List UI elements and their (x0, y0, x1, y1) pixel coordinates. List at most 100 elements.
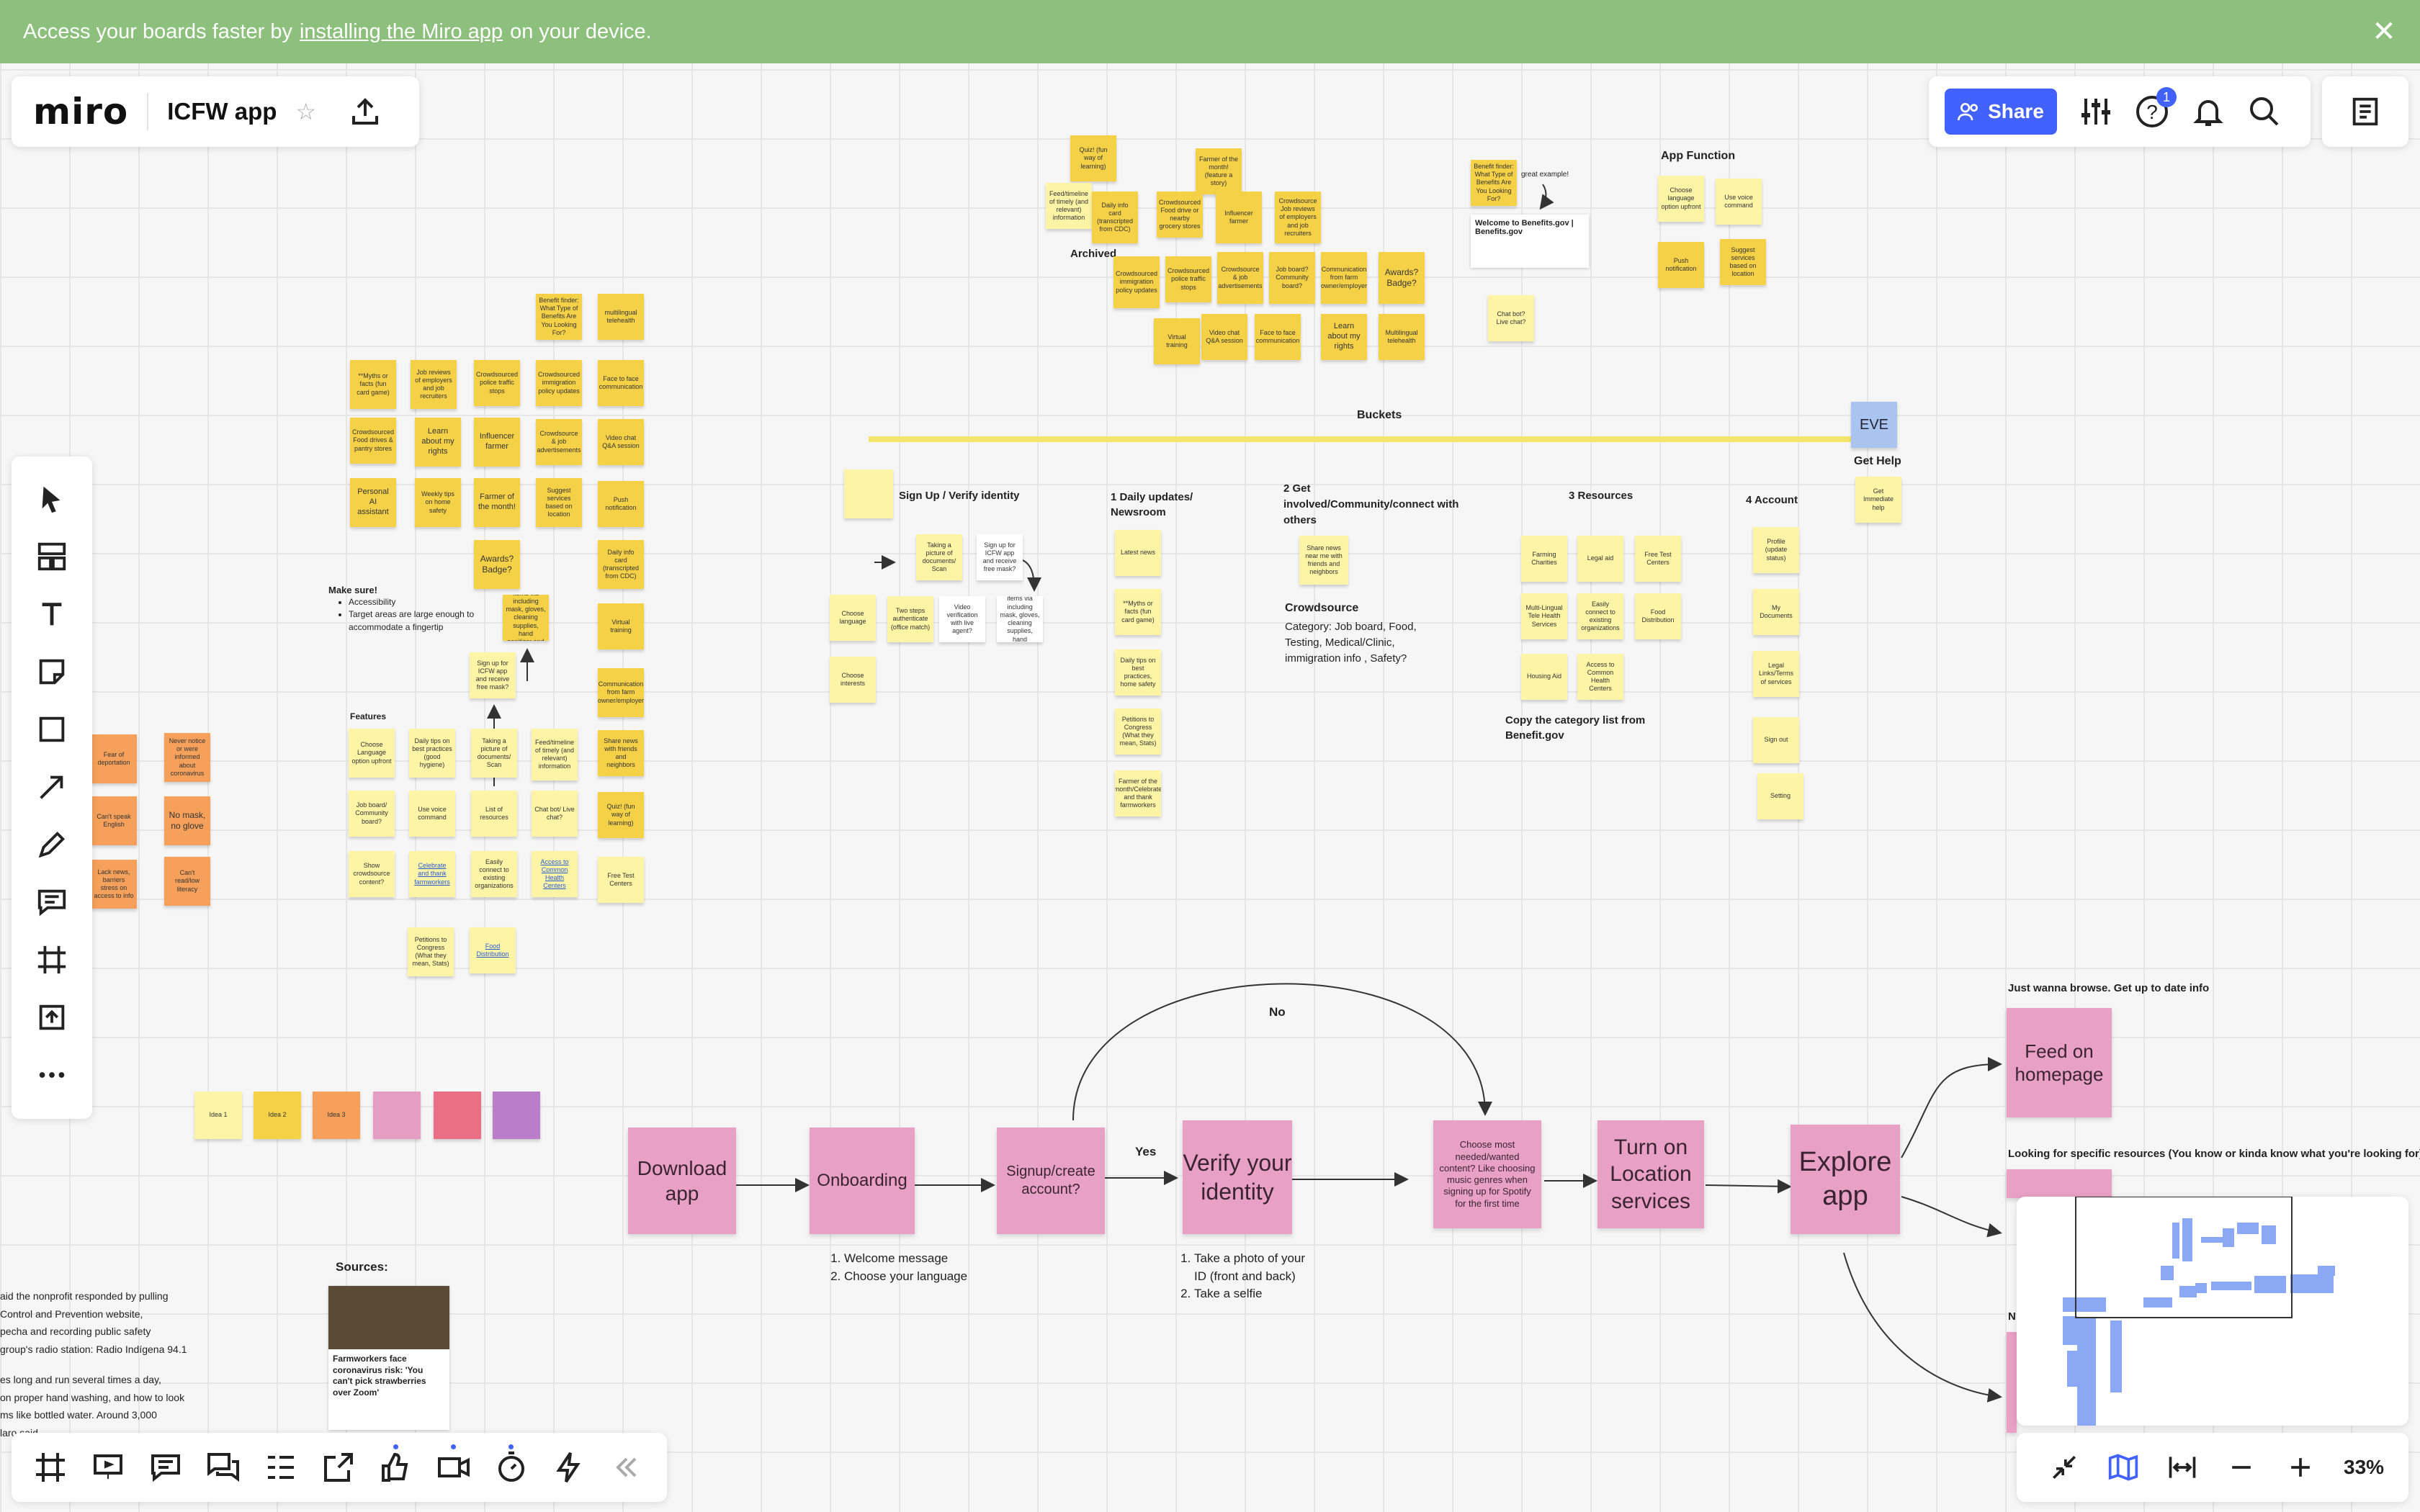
sticky-note[interactable]: My Documents (1753, 589, 1799, 635)
sticky-note[interactable]: Crowdsource & job advertisements (1217, 252, 1263, 304)
sticky-note[interactable]: Food Distribution (470, 927, 516, 973)
help-icon[interactable]: ? 1 (2135, 87, 2177, 129)
flow-verify-identity[interactable]: Verify your identity (1183, 1120, 1292, 1234)
sticky-note[interactable]: Can't read/low literacy (164, 857, 210, 906)
sticky-note[interactable]: Quiz! (fun way of learning) (1070, 135, 1116, 181)
sticky-note[interactable]: Choose interests (830, 657, 876, 703)
presentation-icon[interactable] (91, 1450, 125, 1485)
sticky-note[interactable]: Share news with friends and neighbors (598, 730, 644, 776)
flow-feed-homepage[interactable]: Feed on homepage (2007, 1008, 2112, 1117)
comment-icon[interactable] (35, 886, 68, 919)
video-call-icon[interactable] (436, 1444, 471, 1485)
sticky-note[interactable]: Sign up for ICFW app and receive free ma… (470, 652, 516, 698)
close-icon[interactable]: ✕ (2368, 16, 2400, 48)
idea-sticky[interactable]: Idea 1 (194, 1092, 242, 1139)
sticky-note[interactable]: Legal Links/Terms of services (1753, 651, 1799, 697)
sticky-note[interactable]: Or send items via including mask, gloves… (503, 595, 549, 641)
collapse-chevron-icon[interactable] (609, 1450, 644, 1485)
sticky-note[interactable]: Access to Common Health Centers (1577, 654, 1623, 700)
sticky-note[interactable]: Taking a picture of documents/ Scan (471, 729, 517, 778)
sticky-note[interactable]: Farming Charities (1521, 536, 1567, 582)
miro-logo[interactable]: miro (33, 91, 128, 132)
sticky-note[interactable]: Easily connect to existing organizations (1577, 593, 1623, 639)
sticky-note[interactable]: Video verification with live agent? (939, 596, 985, 642)
sticky-note[interactable]: Taking a picture of documents/ Scan (916, 534, 962, 580)
sticky-note[interactable]: Free Test Centers (1635, 536, 1681, 582)
flow-resources-partial[interactable] (2007, 1169, 2112, 1198)
sticky-note[interactable]: Communication from farm owner/employer (1321, 252, 1367, 304)
timer-icon[interactable] (494, 1444, 529, 1485)
sticky-note[interactable]: Lack news, barriers stress on access to … (91, 860, 137, 909)
sticky-note[interactable]: Two steps authenticate (office match) (887, 596, 933, 642)
settings-sliders-icon[interactable] (2079, 94, 2113, 129)
sticky-note[interactable]: Chat bot/ Live chat? (532, 791, 578, 837)
notes-panel-button[interactable] (2322, 76, 2408, 147)
sticky-note[interactable]: Suggest services based on location (1720, 239, 1766, 285)
sticky-note[interactable]: Benefit finder: What Type of Benefits Ar… (536, 294, 582, 340)
sticky-note[interactable]: Feed/timeline of timely (and relevant) i… (1046, 183, 1092, 229)
sticky-note[interactable]: Share news near me with friends and neig… (1299, 536, 1348, 585)
text-icon[interactable] (35, 598, 68, 631)
sticky-note[interactable]: Influencer farmer (1216, 192, 1262, 243)
collapse-icon[interactable] (2048, 1452, 2080, 1483)
sticky-note[interactable]: Choose language (830, 595, 876, 641)
sticky-note[interactable]: Use voice command (409, 791, 455, 837)
flow-explore-app[interactable]: Explore app (1791, 1125, 1900, 1234)
sticky-note[interactable]: Crowdsource Job reviews of employers and… (1275, 192, 1321, 243)
sticky-note[interactable]: Can't speak English (91, 796, 137, 845)
sticky-note[interactable]: Virtual training (1154, 318, 1200, 364)
sticky-note[interactable]: Daily tips on best practices (good hygie… (409, 729, 455, 778)
sticky-note[interactable]: Learn about my rights (415, 418, 461, 467)
sticky-note[interactable]: Quiz! (fun way of learning) (598, 792, 644, 838)
sticky-note[interactable] (844, 469, 893, 518)
sticky-note[interactable]: List of resources (471, 791, 517, 837)
sticky-note[interactable]: Video chat Q&A session (598, 419, 644, 465)
sticky-note[interactable]: Push notification (1658, 242, 1704, 288)
sticky-note[interactable]: Personal AI assistant (350, 478, 396, 527)
sticky-note[interactable]: Push notification (598, 481, 644, 527)
upload-icon[interactable] (35, 1001, 68, 1034)
fit-screen-icon[interactable] (2166, 1452, 2198, 1483)
templates-icon[interactable] (35, 540, 68, 573)
bell-icon[interactable] (2191, 94, 2226, 129)
sticky-note[interactable]: Profile (update status) (1753, 527, 1799, 573)
idea-sticky[interactable]: Idea 3 (313, 1092, 360, 1139)
sticky-note[interactable]: Crowdsourced Food drive or nearby grocer… (1157, 192, 1203, 238)
sticky-note[interactable]: Or send items via including mask, gloves… (997, 596, 1043, 642)
sticky-note[interactable]: Crowdsourced police traffic stops (474, 360, 520, 406)
sticky-note[interactable]: Choose language option upfront (1658, 176, 1704, 222)
zoom-in-icon[interactable] (2285, 1452, 2316, 1483)
flow-signup[interactable]: Signup/create account? (997, 1128, 1105, 1234)
sticky-note[interactable]: Crowdsourced Food drives & pantry stores (350, 418, 396, 464)
sticky-note[interactable]: Daily info card (transcripted from CDC) (1092, 192, 1138, 243)
flow-choose-content[interactable]: Choose most needed/wanted content? Like … (1433, 1120, 1541, 1228)
zoom-level[interactable]: 33% (2344, 1456, 2384, 1479)
sticky-note[interactable]: multilingual telehealth (598, 294, 644, 340)
share-button[interactable]: Share (1945, 89, 2057, 135)
shape-icon[interactable] (35, 713, 68, 746)
chat-icon[interactable] (206, 1450, 241, 1485)
sticky-note[interactable]: Petitions to Congress (What they mean, S… (408, 927, 454, 976)
sticky-note[interactable]: Food Distribution (1635, 593, 1681, 639)
sticky-note[interactable]: Latest news (1115, 530, 1161, 576)
sticky-note[interactable]: Setting (1757, 773, 1803, 819)
sticky-note[interactable]: Legal aid (1577, 536, 1623, 582)
sticky-note[interactable]: Crowdsourced immigration policy updates (536, 360, 582, 406)
sticky-note[interactable]: Benefit finder: What Type of Benefits Ar… (1471, 160, 1517, 206)
arrow-icon[interactable] (35, 770, 68, 804)
sticky-note[interactable]: Crowdsource & job advertisements (536, 419, 582, 465)
voting-icon[interactable] (379, 1444, 413, 1485)
sticky-note[interactable]: **Myths or facts (fun card game) (350, 360, 396, 409)
sticky-note-icon[interactable] (35, 655, 68, 688)
sticky-note[interactable]: Job board/ Community board? (349, 791, 395, 837)
flow-partial-box[interactable] (2007, 1332, 2017, 1433)
sticky-note[interactable]: No mask, no glove (164, 796, 210, 845)
sticky-note[interactable]: Daily info card (transcripted from CDC) (598, 540, 644, 589)
sticky-note[interactable]: Easily connect to existing organizations (471, 851, 517, 897)
sticky-note[interactable]: Farmer of the month! (474, 478, 520, 527)
sticky-note[interactable]: Show crowdsource content? (349, 851, 395, 897)
sticky-note[interactable]: Sign out (1753, 717, 1799, 763)
more-icon[interactable] (35, 1058, 68, 1092)
upload-board-icon[interactable] (348, 94, 382, 129)
sticky-note[interactable]: Crowdsourced police traffic stops (1165, 256, 1211, 302)
